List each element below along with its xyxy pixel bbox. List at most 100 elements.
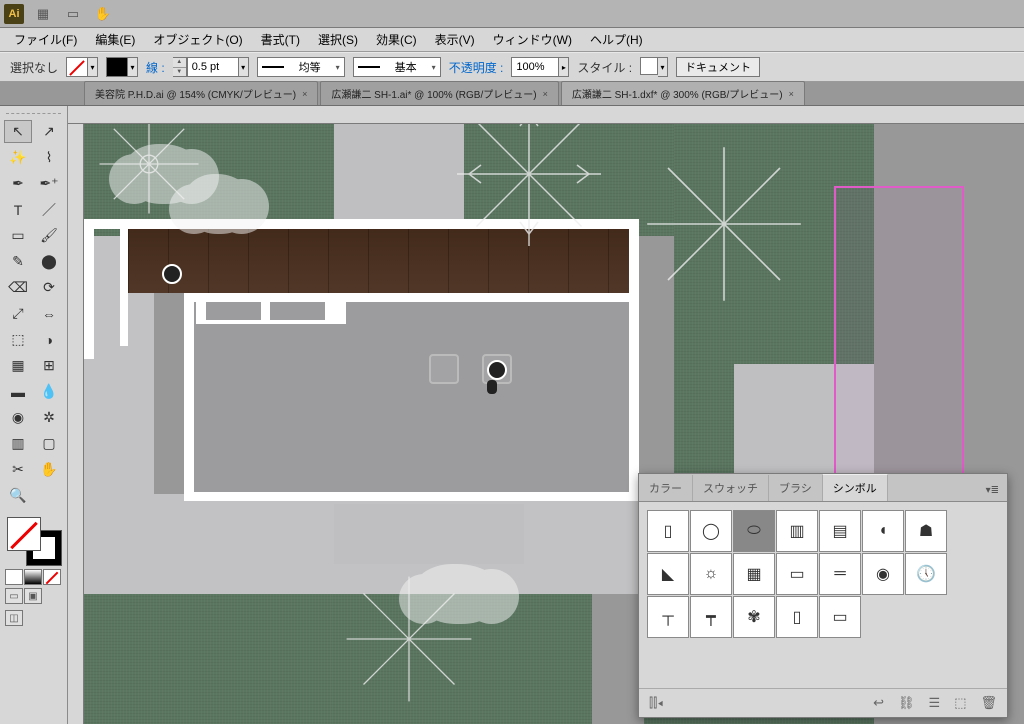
bridge-icon[interactable]: ▦	[32, 3, 54, 25]
panel-tab-brush[interactable]: ブラシ	[769, 475, 823, 501]
symbol-stool[interactable]: ◉	[862, 553, 904, 595]
rotate-tool[interactable]: ⟳	[35, 276, 63, 299]
ruler-horizontal[interactable]	[68, 106, 1024, 124]
close-icon[interactable]: ×	[789, 89, 794, 99]
hand-tool[interactable]: ✋	[35, 458, 63, 481]
symbol-lamp[interactable]: ☼	[690, 553, 732, 595]
blob-brush-tool[interactable]: ⬤	[35, 250, 63, 273]
stroke-profile-select[interactable]: 基本 ▾	[353, 57, 441, 77]
library-icon[interactable]: ⫿⫿◂	[649, 695, 663, 711]
screen-mode-full[interactable]: ▣	[24, 588, 42, 604]
panel-menu-icon[interactable]: ▾≣	[978, 480, 1007, 501]
opacity-label[interactable]: 不透明度 :	[449, 59, 504, 76]
symbol-fridge[interactable]: ▯	[776, 596, 818, 638]
doc-tab-1[interactable]: 美容院 P.H.D.ai @ 154% (CMYK/プレビュー)×	[84, 81, 318, 105]
opacity-input[interactable]: 100%	[511, 57, 559, 77]
zoom-tool[interactable]: 🔍	[4, 484, 32, 507]
eyedropper-tool[interactable]: 💧	[35, 380, 63, 403]
fill-swatch[interactable]	[66, 57, 88, 77]
symbol-sprayer-tool[interactable]: ✲	[35, 406, 63, 429]
add-anchor-tool[interactable]: ✒⁺	[35, 172, 63, 195]
stroke-weight-dropdown-icon[interactable]: ▾	[239, 57, 249, 77]
symbol-plant[interactable]: ✾	[733, 596, 775, 638]
symbol-piano[interactable]: ◣	[647, 553, 689, 595]
new-symbol-icon[interactable]: ⬚	[954, 695, 966, 711]
mesh-tool[interactable]: ⊞	[35, 354, 63, 377]
paintbrush-tool[interactable]: 🖌	[35, 224, 63, 247]
color-mode-solid[interactable]	[5, 569, 23, 585]
perspective-tool[interactable]: ▦	[4, 354, 32, 377]
free-transform-tool[interactable]: ⬚	[4, 328, 32, 351]
trash-icon[interactable]: 🗑	[980, 695, 997, 711]
symbol-clock[interactable]: 🕔	[905, 553, 947, 595]
menu-format[interactable]: 書式(T)	[253, 28, 308, 51]
close-icon[interactable]: ×	[543, 89, 548, 99]
eraser-tool[interactable]: ⌫	[4, 276, 32, 299]
place-symbol-icon[interactable]: ↩	[873, 695, 884, 711]
stroke-label[interactable]: 線 :	[146, 59, 165, 76]
symbol-desk[interactable]: ═	[819, 553, 861, 595]
menu-edit[interactable]: 編集(E)	[87, 28, 143, 51]
pen-tool[interactable]: ✒	[4, 172, 32, 195]
document-setup-button[interactable]: ドキュメント	[676, 57, 760, 77]
fill-stroke-control[interactable]	[5, 517, 63, 565]
menu-file[interactable]: ファイル(F)	[6, 28, 85, 51]
shape-builder-tool[interactable]: ◑	[35, 328, 63, 351]
arrange-icon[interactable]: ▭	[62, 3, 84, 25]
doc-tab-3[interactable]: 広瀬謙二 SH-1.dxf* @ 300% (RGB/プレビュー)×	[561, 81, 805, 105]
doc-tab-2[interactable]: 広瀬謙二 SH-1.ai* @ 100% (RGB/プレビュー)×	[320, 81, 558, 105]
stroke-weight-input[interactable]: 0.5 pt	[187, 57, 239, 77]
stroke-dash-select[interactable]: 均等 ▾	[257, 57, 345, 77]
symbol-table[interactable]: ┬	[647, 596, 689, 638]
stroke-swatch[interactable]	[106, 57, 128, 77]
lasso-tool[interactable]: ⌇	[35, 146, 63, 169]
direct-selection-tool[interactable]: ↗	[35, 120, 63, 143]
symbol-door[interactable]: ▯	[647, 510, 689, 552]
type-tool[interactable]: T	[4, 198, 32, 221]
menu-effect[interactable]: 効果(C)	[368, 28, 425, 51]
width-tool[interactable]: ⇔	[35, 302, 63, 325]
symbol-sofa[interactable]: ◖	[862, 510, 904, 552]
symbol-toilet[interactable]: ◯	[690, 510, 732, 552]
menu-select[interactable]: 選択(S)	[310, 28, 366, 51]
artboard-tool[interactable]: ▢	[35, 432, 63, 455]
panel-tab-swatch[interactable]: スウォッチ	[693, 475, 769, 501]
fill-dropdown-icon[interactable]: ▾	[88, 57, 98, 77]
panel-tab-symbol[interactable]: シンボル	[823, 474, 888, 501]
menu-view[interactable]: 表示(V)	[427, 28, 483, 51]
symbol-bookshelf[interactable]: ▤	[819, 510, 861, 552]
panel-tab-color[interactable]: カラー	[639, 475, 693, 501]
symbol-microwave[interactable]: ▭	[819, 596, 861, 638]
opacity-dropdown-icon[interactable]: ▸	[559, 57, 569, 77]
symbol-tv[interactable]: ▭	[776, 553, 818, 595]
blend-tool[interactable]: ◉	[4, 406, 32, 429]
symbol-cabinet[interactable]: ▦	[733, 553, 775, 595]
close-icon[interactable]: ×	[302, 89, 307, 99]
symbol-options-icon[interactable]: ☰	[929, 695, 941, 711]
slice-tool[interactable]: ✂	[4, 458, 32, 481]
color-mode-gradient[interactable]	[24, 569, 42, 585]
break-link-icon[interactable]: ⛓	[898, 695, 915, 711]
style-swatch[interactable]	[640, 57, 658, 75]
color-mode-none[interactable]	[43, 569, 61, 585]
menu-help[interactable]: ヘルプ(H)	[582, 28, 651, 51]
scale-tool[interactable]: ⤢	[4, 302, 32, 325]
line-tool[interactable]: ／	[35, 198, 63, 221]
draw-mode[interactable]: ◫	[5, 610, 23, 626]
rectangle-tool[interactable]: ▭	[4, 224, 32, 247]
stroke-dropdown-icon[interactable]: ▾	[128, 57, 138, 77]
ruler-vertical[interactable]	[68, 124, 84, 724]
graph-tool[interactable]: ▥	[4, 432, 32, 455]
symbol-sink[interactable]: ⬭	[733, 510, 775, 552]
style-dropdown-icon[interactable]: ▾	[658, 57, 668, 77]
pencil-tool[interactable]: ✎	[4, 250, 32, 273]
symbol-table-round[interactable]: ┯	[690, 596, 732, 638]
symbols-panel[interactable]: カラー スウォッチ ブラシ シンボル ▾≣ ▯ ◯ ⬭ ▥ ▤ ◖ ☗ ◣ ☼ …	[638, 473, 1008, 718]
symbol-panel[interactable]: ▥	[776, 510, 818, 552]
menu-object[interactable]: オブジェクト(O)	[145, 28, 250, 51]
magic-wand-tool[interactable]: ✨	[4, 146, 32, 169]
hand-icon[interactable]: ✋	[92, 3, 114, 25]
selection-tool[interactable]: ↖	[4, 120, 32, 143]
screen-mode-normal[interactable]: ▭	[5, 588, 23, 604]
stroke-weight-spinner[interactable]: ▲▼	[173, 57, 187, 77]
